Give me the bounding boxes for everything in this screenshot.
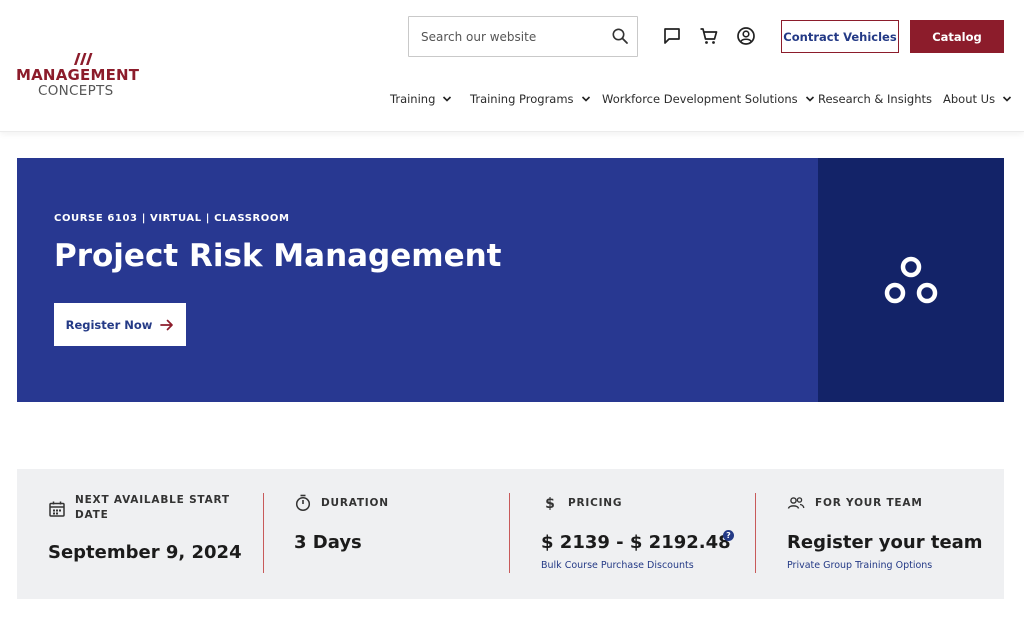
nav-item-workforce-development[interactable]: Workforce Development Solutions [602, 90, 815, 108]
team-block: FOR YOUR TEAM Register your team Private… [756, 469, 1004, 599]
nav-item-label: About Us [943, 92, 996, 106]
start-date-block: NEXT AVAILABLE START DATE September 9, 2… [17, 469, 263, 599]
bulk-discounts-link[interactable]: Bulk Course Purchase Discounts [541, 560, 694, 571]
duration-label: DURATION [321, 497, 389, 509]
logo-text-secondary: CONCEPTS [38, 83, 114, 99]
duration-block: DURATION 3 Days [264, 469, 510, 599]
nav-item-label: Training [390, 92, 436, 106]
arrow-right-icon [160, 319, 174, 330]
contract-vehicles-button[interactable]: Contract Vehicles [781, 20, 899, 53]
register-team-link[interactable]: Register your team [787, 532, 983, 553]
logo-text-primary: MANAGEMENT [16, 66, 140, 84]
site-header: MANAGEMENT CONCEPTS Contract Vehicles Ca… [0, 0, 1024, 132]
nav-item-about-us[interactable]: About Us [943, 90, 1012, 108]
nav-item-label: Research & Insights [818, 92, 932, 106]
search-box [408, 16, 638, 57]
search-icon[interactable] [611, 27, 629, 45]
private-group-training-link[interactable]: Private Group Training Options [787, 560, 932, 571]
nav-item-research-insights[interactable]: Research & Insights [818, 90, 932, 108]
chat-icon[interactable] [662, 26, 682, 46]
logo[interactable]: MANAGEMENT CONCEPTS [16, 52, 144, 102]
nav-item-training-programs[interactable]: Training Programs [470, 90, 591, 108]
start-date-value: September 9, 2024 [48, 542, 242, 563]
team-label: FOR YOUR TEAM [815, 497, 923, 509]
register-now-button[interactable]: Register Now [54, 303, 186, 346]
stopwatch-icon [295, 494, 311, 512]
pricing-block: $ PRICING $ 2139 - $ 2192.48 ? Bulk Cour… [510, 469, 756, 599]
dollar-icon: $ [545, 496, 555, 512]
register-now-label: Register Now [65, 317, 153, 332]
account-icon[interactable] [736, 26, 756, 46]
nav-item-training[interactable]: Training [390, 90, 452, 108]
cart-icon[interactable] [699, 26, 719, 46]
group-icon [787, 497, 805, 509]
page-title: Project Risk Management [54, 238, 502, 274]
pricing-label: PRICING [568, 497, 623, 509]
course-meta: COURSE 6103 | VIRTUAL | CLASSROOM [54, 213, 290, 224]
chevron-down-icon [805, 96, 814, 102]
logo-mark-icon [74, 53, 93, 65]
nav-item-label: Training Programs [470, 92, 574, 106]
catalog-button[interactable]: Catalog [910, 20, 1004, 53]
help-icon[interactable]: ? [723, 530, 734, 541]
course-info-strip: NEXT AVAILABLE START DATE September 9, 2… [17, 469, 1004, 599]
calendar-icon [49, 501, 65, 517]
chevron-down-icon [1003, 96, 1012, 102]
chevron-down-icon [581, 96, 590, 102]
search-input[interactable] [409, 17, 605, 56]
chevron-down-icon [443, 96, 452, 102]
course-hero: COURSE 6103 | VIRTUAL | CLASSROOM Projec… [17, 158, 1004, 402]
risk-circles-icon [884, 256, 938, 304]
duration-value: 3 Days [294, 532, 362, 553]
pricing-value: $ 2139 - $ 2192.48 [541, 532, 731, 553]
nav-item-label: Workforce Development Solutions [602, 92, 798, 106]
svg-text:$: $ [545, 496, 555, 512]
start-date-label: NEXT AVAILABLE START DATE [75, 494, 230, 521]
